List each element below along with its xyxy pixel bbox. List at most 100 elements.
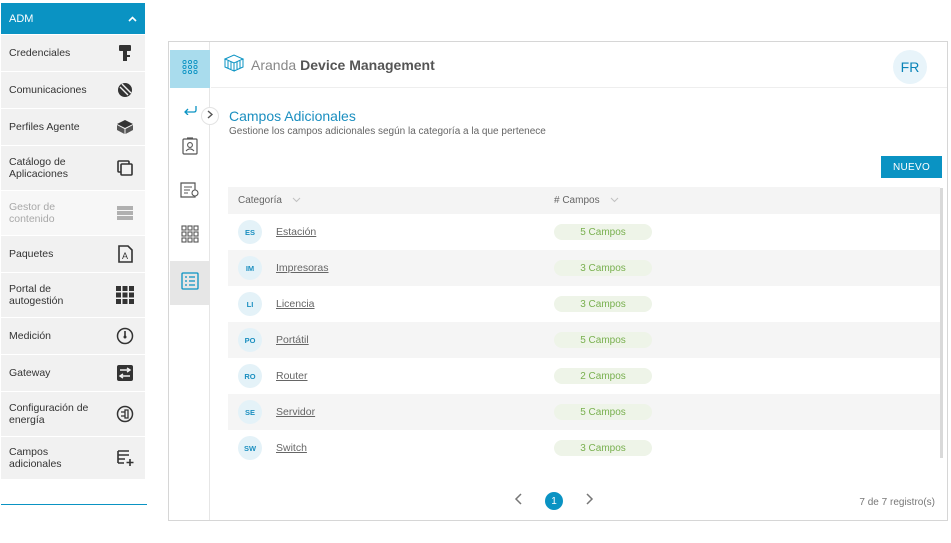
grid-icon bbox=[115, 285, 135, 305]
menu-item-comunicaciones[interactable]: Comunicaciones bbox=[1, 72, 145, 109]
modules-grid-icon bbox=[181, 224, 199, 248]
column-header-label: # Campos bbox=[554, 195, 600, 206]
expand-rail-button[interactable] bbox=[201, 107, 219, 125]
apps-grid-icon bbox=[182, 59, 198, 79]
campos-count-badge: 3 Campos bbox=[554, 440, 652, 456]
category-link[interactable]: Licencia bbox=[276, 298, 315, 310]
main-panel: Aranda Device Management FR Campos Adici… bbox=[168, 41, 948, 521]
certificate-icon bbox=[180, 181, 200, 204]
table-row: SE Servidor 5 Campos bbox=[228, 394, 940, 430]
apps-launcher-button[interactable] bbox=[170, 50, 210, 88]
adm-section-label: ADM bbox=[9, 12, 34, 25]
menu-item-label: Gateway bbox=[9, 367, 51, 379]
admin-menu: ADM Credenciales Comunicaciones Perfiles… bbox=[0, 0, 147, 520]
column-header-campos[interactable]: # Campos bbox=[554, 195, 619, 206]
category-link[interactable]: Portátil bbox=[276, 334, 309, 346]
category-link[interactable]: Impresoras bbox=[276, 262, 329, 274]
menu-item-catalogo-aplicaciones[interactable]: Catálogo de Aplicaciones bbox=[1, 146, 145, 191]
admin-menu-list: Credenciales Comunicaciones Perfiles Age… bbox=[1, 35, 145, 480]
chevron-up-icon bbox=[128, 14, 137, 24]
id-card-icon bbox=[182, 136, 198, 160]
key-icon bbox=[115, 43, 135, 63]
table-scrollbar[interactable] bbox=[940, 188, 943, 458]
rail-additional-fields-button[interactable] bbox=[170, 261, 210, 305]
menu-item-gestor-contenido: Gestor de contenido bbox=[1, 191, 145, 236]
category-abbr-badge: RO bbox=[238, 364, 262, 388]
campos-count-badge: 5 Campos bbox=[554, 332, 652, 348]
catalog-icon bbox=[115, 158, 135, 178]
category-link[interactable]: Estación bbox=[276, 226, 316, 238]
menu-item-label: Campos adicionales bbox=[9, 446, 62, 470]
menu-item-label: Paquetes bbox=[9, 248, 54, 260]
svg-text:A: A bbox=[122, 251, 128, 261]
category-abbr-badge: ES bbox=[238, 220, 262, 244]
menu-item-portal-autogestion[interactable]: Portal de autogestión bbox=[1, 273, 145, 318]
category-link[interactable]: Servidor bbox=[276, 406, 315, 418]
return-arrow-icon bbox=[183, 102, 197, 120]
form-list-icon bbox=[181, 271, 199, 295]
table-row: IM Impresoras 3 Campos bbox=[228, 250, 940, 286]
next-page-button[interactable] bbox=[581, 492, 599, 510]
menu-item-label: Comunicaciones bbox=[9, 84, 87, 96]
package-icon: A bbox=[115, 244, 135, 264]
category-abbr-badge: SE bbox=[238, 400, 262, 424]
menu-item-perfiles-agente[interactable]: Perfiles Agente bbox=[1, 109, 145, 146]
categories-table: Categoría # Campos ES Estación 5 Campos … bbox=[228, 187, 940, 466]
menu-item-configuracion-energia[interactable]: Configuración de energía bbox=[1, 392, 145, 437]
menu-item-medicion[interactable]: Medición bbox=[1, 318, 145, 355]
page-title: Campos Adicionales bbox=[229, 108, 356, 124]
page-subtitle: Gestione los campos adicionales según la… bbox=[229, 126, 546, 137]
menu-item-label: Catálogo de Aplicaciones bbox=[9, 156, 68, 180]
rail-contacts-button[interactable] bbox=[170, 128, 210, 168]
gateway-icon bbox=[115, 363, 135, 383]
menu-divider bbox=[1, 504, 147, 505]
category-link[interactable]: Router bbox=[276, 370, 308, 382]
server-icon bbox=[115, 203, 135, 223]
records-count: 7 de 7 registro(s) bbox=[859, 497, 935, 508]
menu-item-label: Credenciales bbox=[9, 47, 71, 59]
rail-modules-button[interactable] bbox=[170, 216, 210, 256]
aranda-logo-icon bbox=[223, 53, 251, 76]
campos-count-badge: 5 Campos bbox=[554, 224, 652, 240]
column-header-label: Categoría bbox=[238, 195, 282, 206]
box-icon bbox=[115, 117, 135, 137]
menu-item-paquetes[interactable]: Paquetes A bbox=[1, 236, 145, 273]
chevron-right-icon bbox=[207, 110, 214, 122]
brand-name-light: Aranda bbox=[251, 56, 297, 73]
campos-count-badge: 5 Campos bbox=[554, 404, 652, 420]
table-row: RO Router 2 Campos bbox=[228, 358, 940, 394]
add-field-icon bbox=[115, 448, 135, 468]
column-header-categoria[interactable]: Categoría bbox=[238, 195, 301, 206]
campos-count-badge: 2 Campos bbox=[554, 368, 652, 384]
campos-count-badge: 3 Campos bbox=[554, 296, 652, 312]
adm-section-header[interactable]: ADM bbox=[1, 3, 145, 34]
chevron-down-icon bbox=[292, 196, 301, 205]
energy-icon bbox=[115, 404, 135, 424]
category-abbr-badge: SW bbox=[238, 436, 262, 460]
menu-item-campos-adicionales[interactable]: Campos adicionales bbox=[1, 437, 145, 480]
brand-logo: Aranda Device Management bbox=[223, 53, 435, 76]
satellite-icon bbox=[115, 80, 135, 100]
gauge-icon bbox=[115, 326, 135, 346]
category-link[interactable]: Switch bbox=[276, 442, 307, 454]
table-row: SW Switch 3 Campos bbox=[228, 430, 940, 466]
top-bar: Aranda Device Management bbox=[211, 42, 947, 88]
pagination: 1 bbox=[509, 492, 599, 510]
table-row: ES Estación 5 Campos bbox=[228, 214, 940, 250]
menu-item-credenciales[interactable]: Credenciales bbox=[1, 35, 145, 72]
brand-name-strong: Device Management bbox=[300, 56, 435, 73]
menu-item-label: Medición bbox=[9, 330, 52, 342]
menu-item-gateway[interactable]: Gateway bbox=[1, 355, 145, 392]
menu-item-label: Perfiles Agente bbox=[9, 121, 80, 133]
chevron-down-icon bbox=[610, 196, 619, 205]
category-abbr-badge: LI bbox=[238, 292, 262, 316]
campos-count-badge: 3 Campos bbox=[554, 260, 652, 276]
prev-page-button[interactable] bbox=[509, 492, 527, 510]
new-button[interactable]: NUEVO bbox=[881, 156, 942, 178]
current-page-button[interactable]: 1 bbox=[545, 492, 563, 510]
category-abbr-badge: PO bbox=[238, 328, 262, 352]
user-avatar[interactable]: FR bbox=[893, 50, 927, 84]
rail-certificate-button[interactable] bbox=[170, 172, 210, 212]
table-row: PO Portátil 5 Campos bbox=[228, 322, 940, 358]
table-row: LI Licencia 3 Campos bbox=[228, 286, 940, 322]
